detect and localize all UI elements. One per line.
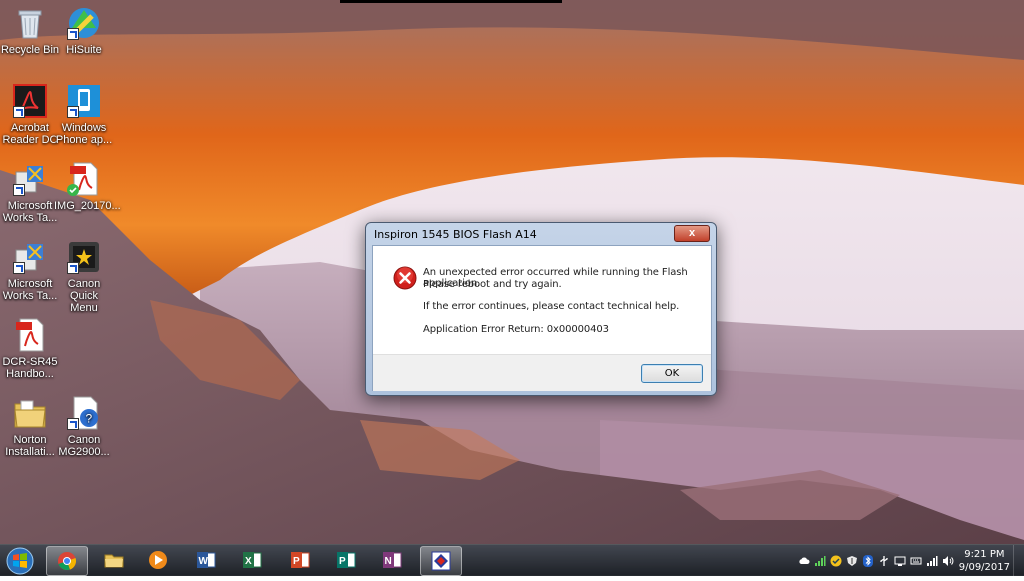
svg-text:?: ?: [86, 412, 93, 426]
svg-text:X: X: [245, 556, 252, 567]
svg-text:P: P: [339, 556, 346, 567]
unknown-file-icon: ?: [67, 396, 101, 430]
folder-icon: [104, 554, 124, 568]
usb-icon[interactable]: [878, 555, 890, 567]
taskbar-media-player[interactable]: [138, 546, 178, 574]
keyboard-icon[interactable]: [910, 555, 922, 567]
error-dialog[interactable]: Inspiron 1545 BIOS Flash A14 x An unexpe…: [365, 222, 717, 396]
desktop-icon-microsoft-works-2[interactable]: Microsoft Works Ta...: [0, 240, 60, 302]
publisher-icon: P: [337, 552, 356, 568]
error-code: Application Error Return: 0x00000403: [423, 324, 609, 335]
security-icon[interactable]: [846, 555, 858, 567]
taskbar-bios-flash[interactable]: [420, 546, 462, 576]
signal-icon[interactable]: [814, 555, 826, 567]
folder-icon: [13, 396, 47, 430]
dialog-title: Inspiron 1545 BIOS Flash A14: [374, 228, 537, 241]
desktop-icon-img-pdf[interactable]: IMG_20170...: [54, 162, 121, 212]
desktop-icon-microsoft-works-1[interactable]: Microsoft Works Ta...: [0, 162, 60, 224]
shortcut-arrow-icon: [67, 418, 79, 430]
pdf-file-icon: [67, 162, 101, 196]
network-icon[interactable]: [894, 555, 906, 567]
taskbar-chrome[interactable]: [46, 546, 88, 576]
shortcut-arrow-icon: [13, 106, 25, 118]
show-desktop-button[interactable]: [1013, 545, 1024, 576]
canon-quick-menu-icon: [67, 240, 101, 274]
dialog-body: An unexpected error occurred while runni…: [372, 245, 712, 391]
taskbar-publisher[interactable]: P: [326, 546, 366, 574]
chrome-icon: [58, 552, 77, 571]
taskbar: W X P P N 9:21 PM 9/09/2017: [0, 544, 1024, 576]
shortcut-arrow-icon: [67, 106, 79, 118]
word-icon: W: [197, 552, 216, 568]
taskbar-powerpoint[interactable]: P: [280, 546, 320, 574]
powerpoint-icon: P: [291, 552, 310, 568]
pdf-file-icon: [13, 318, 47, 352]
window-edge: [340, 0, 562, 3]
taskbar-file-explorer[interactable]: [94, 546, 134, 574]
desktop-icon-dcr-handbook[interactable]: DCR-SR45 Handbo...: [0, 318, 60, 380]
error-icon: [393, 266, 417, 290]
windows-logo-icon: [6, 547, 34, 575]
clock-time: 9:21 PM: [964, 549, 1005, 560]
volume-icon[interactable]: [942, 555, 954, 567]
cloud-icon[interactable]: [798, 555, 810, 567]
shortcut-arrow-icon: [67, 262, 79, 274]
bios-flash-icon: [431, 551, 451, 571]
desktop-icon-canon-mg2900[interactable]: ? Canon MG2900...: [54, 396, 114, 458]
ok-button[interactable]: OK: [641, 364, 703, 383]
desktop-icon-recycle-bin[interactable]: Recycle Bin: [0, 6, 60, 56]
taskbar-onenote[interactable]: N: [372, 546, 412, 574]
dialog-footer: OK: [373, 354, 711, 391]
desktop-icon-canon-quick-menu[interactable]: Canon Quick Menu: [54, 240, 114, 314]
shortcut-arrow-icon: [67, 28, 79, 40]
error-message-line3: If the error continues, please contact t…: [423, 301, 680, 312]
taskbar-excel[interactable]: X: [232, 546, 272, 574]
clock-date: 9/09/2017: [958, 562, 1010, 573]
microsoft-works-icon: [13, 240, 47, 274]
shortcut-arrow-icon: [13, 262, 25, 274]
desktop-icon-windows-phone[interactable]: Windows Phone ap...: [54, 84, 114, 146]
desktop-icon-norton[interactable]: Norton Installati...: [0, 396, 60, 458]
excel-icon: X: [243, 552, 262, 568]
bluetooth-icon[interactable]: [862, 555, 874, 567]
start-button[interactable]: [4, 546, 36, 576]
desktop-icon-hisuite[interactable]: HiSuite: [54, 6, 114, 56]
windows-phone-app-icon: [67, 84, 101, 118]
svg-text:N: N: [385, 556, 392, 567]
desktop-icon-acrobat-reader[interactable]: Acrobat Reader DC: [0, 84, 60, 146]
close-icon: x: [688, 227, 696, 239]
dialog-content: An unexpected error occurred while runni…: [373, 246, 711, 354]
svg-text:P: P: [293, 556, 300, 567]
acrobat-reader-icon: [13, 84, 47, 118]
recycle-bin-icon: [13, 6, 47, 40]
taskbar-word[interactable]: W: [186, 546, 226, 574]
error-message-line2: Please reboot and try again.: [423, 279, 562, 290]
hisuite-icon: [67, 6, 101, 40]
media-player-icon: [149, 551, 167, 569]
shortcut-arrow-icon: [13, 184, 25, 196]
microsoft-works-icon: [13, 162, 47, 196]
onenote-icon: N: [383, 552, 402, 568]
sync-icon[interactable]: [830, 555, 842, 567]
wifi-bars-icon[interactable]: [926, 555, 938, 567]
svg-text:W: W: [199, 556, 209, 567]
sync-check-icon: [67, 184, 79, 196]
close-button[interactable]: x: [674, 225, 710, 242]
taskbar-clock[interactable]: 9:21 PM 9/09/2017: [959, 548, 1010, 574]
